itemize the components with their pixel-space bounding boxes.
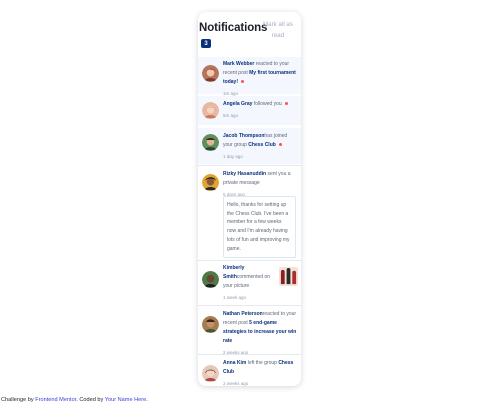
unread-dot	[278, 143, 282, 147]
timestamp: 1 week ago	[223, 295, 247, 300]
notification-item[interactable]: Anna Kim left the group Chess Club 2 wee…	[198, 355, 301, 391]
notification-text: Rizky Hasanuddin sent you a private mess…	[223, 170, 297, 199]
avatar	[202, 174, 219, 191]
user-name-link[interactable]: Nathan Peterson	[223, 311, 263, 317]
unread-count-badge: 3	[201, 39, 211, 48]
notification-item[interactable]: Angela Gray followed you 5m ago	[198, 96, 301, 125]
unread-dot	[284, 102, 288, 106]
avatar	[202, 365, 219, 382]
notification-item[interactable]: Kimberly Smithcommented on your picture …	[198, 261, 301, 302]
notification-text: Mark Webber reacted to your recent post …	[223, 60, 297, 98]
notifications-card: Notifications 3 Mark all as read Mark We…	[198, 12, 301, 386]
avatar	[202, 271, 219, 288]
user-name-link[interactable]: Mark Webber	[223, 61, 254, 67]
user-name-link[interactable]: Rizky Hasanuddin	[223, 171, 266, 177]
notification-text: Anna Kim left the group Chess Club 2 wee…	[223, 359, 297, 388]
commented-picture-thumbnail[interactable]	[279, 267, 298, 286]
notification-text: Angela Gray followed you 5m ago	[223, 100, 297, 120]
notifications-header: Notifications 3 Mark all as read	[198, 18, 301, 52]
notification-text: Nathan Petersonreacted to your recent po…	[223, 310, 297, 357]
timestamp: 1 day ago	[223, 154, 243, 159]
notification-item[interactable]: Nathan Petersonreacted to your recent po…	[198, 306, 301, 355]
mark-all-as-read-button[interactable]: Mark all as read	[258, 19, 298, 41]
attribution-suffix: .	[146, 397, 148, 403]
avatar	[202, 134, 219, 151]
attribution-middle: . Coded by	[76, 397, 105, 403]
timestamp: 5m ago	[223, 113, 239, 118]
notification-action: left the group	[246, 360, 279, 366]
user-name-link[interactable]: Angela Gray	[223, 101, 252, 107]
group-link[interactable]: Chess Club	[248, 142, 276, 148]
user-name-link[interactable]: Jacob Thompson	[223, 133, 264, 139]
attribution-footer: Challenge by Frontend Mentor. Coded by Y…	[1, 397, 148, 403]
unread-dot	[241, 80, 244, 84]
notification-action: followed you	[252, 101, 282, 107]
author-link[interactable]: Your Name Here	[105, 397, 146, 403]
notification-item[interactable]: Jacob Thompsonhas joined your group Ches…	[198, 128, 301, 164]
notification-text: Kimberly Smithcommented on your picture …	[223, 264, 277, 302]
notification-item[interactable]: Mark Webber reacted to your recent post …	[198, 57, 301, 96]
user-name-link[interactable]: Anna Kim	[223, 360, 246, 366]
avatar	[202, 102, 219, 119]
avatar	[202, 316, 219, 333]
avatar	[202, 65, 219, 82]
timestamp: 2 weeks ago	[223, 381, 249, 386]
notification-text: Jacob Thompsonhas joined your group Ches…	[223, 132, 297, 161]
frontend-mentor-link[interactable]: Frontend Mentor	[35, 397, 76, 403]
attribution-prefix: Challenge by	[1, 397, 36, 403]
notification-item[interactable]: Rizky Hasanuddin sent you a private mess…	[198, 166, 301, 259]
private-message-preview[interactable]: Hello, thanks for setting up the Chess C…	[223, 196, 296, 259]
